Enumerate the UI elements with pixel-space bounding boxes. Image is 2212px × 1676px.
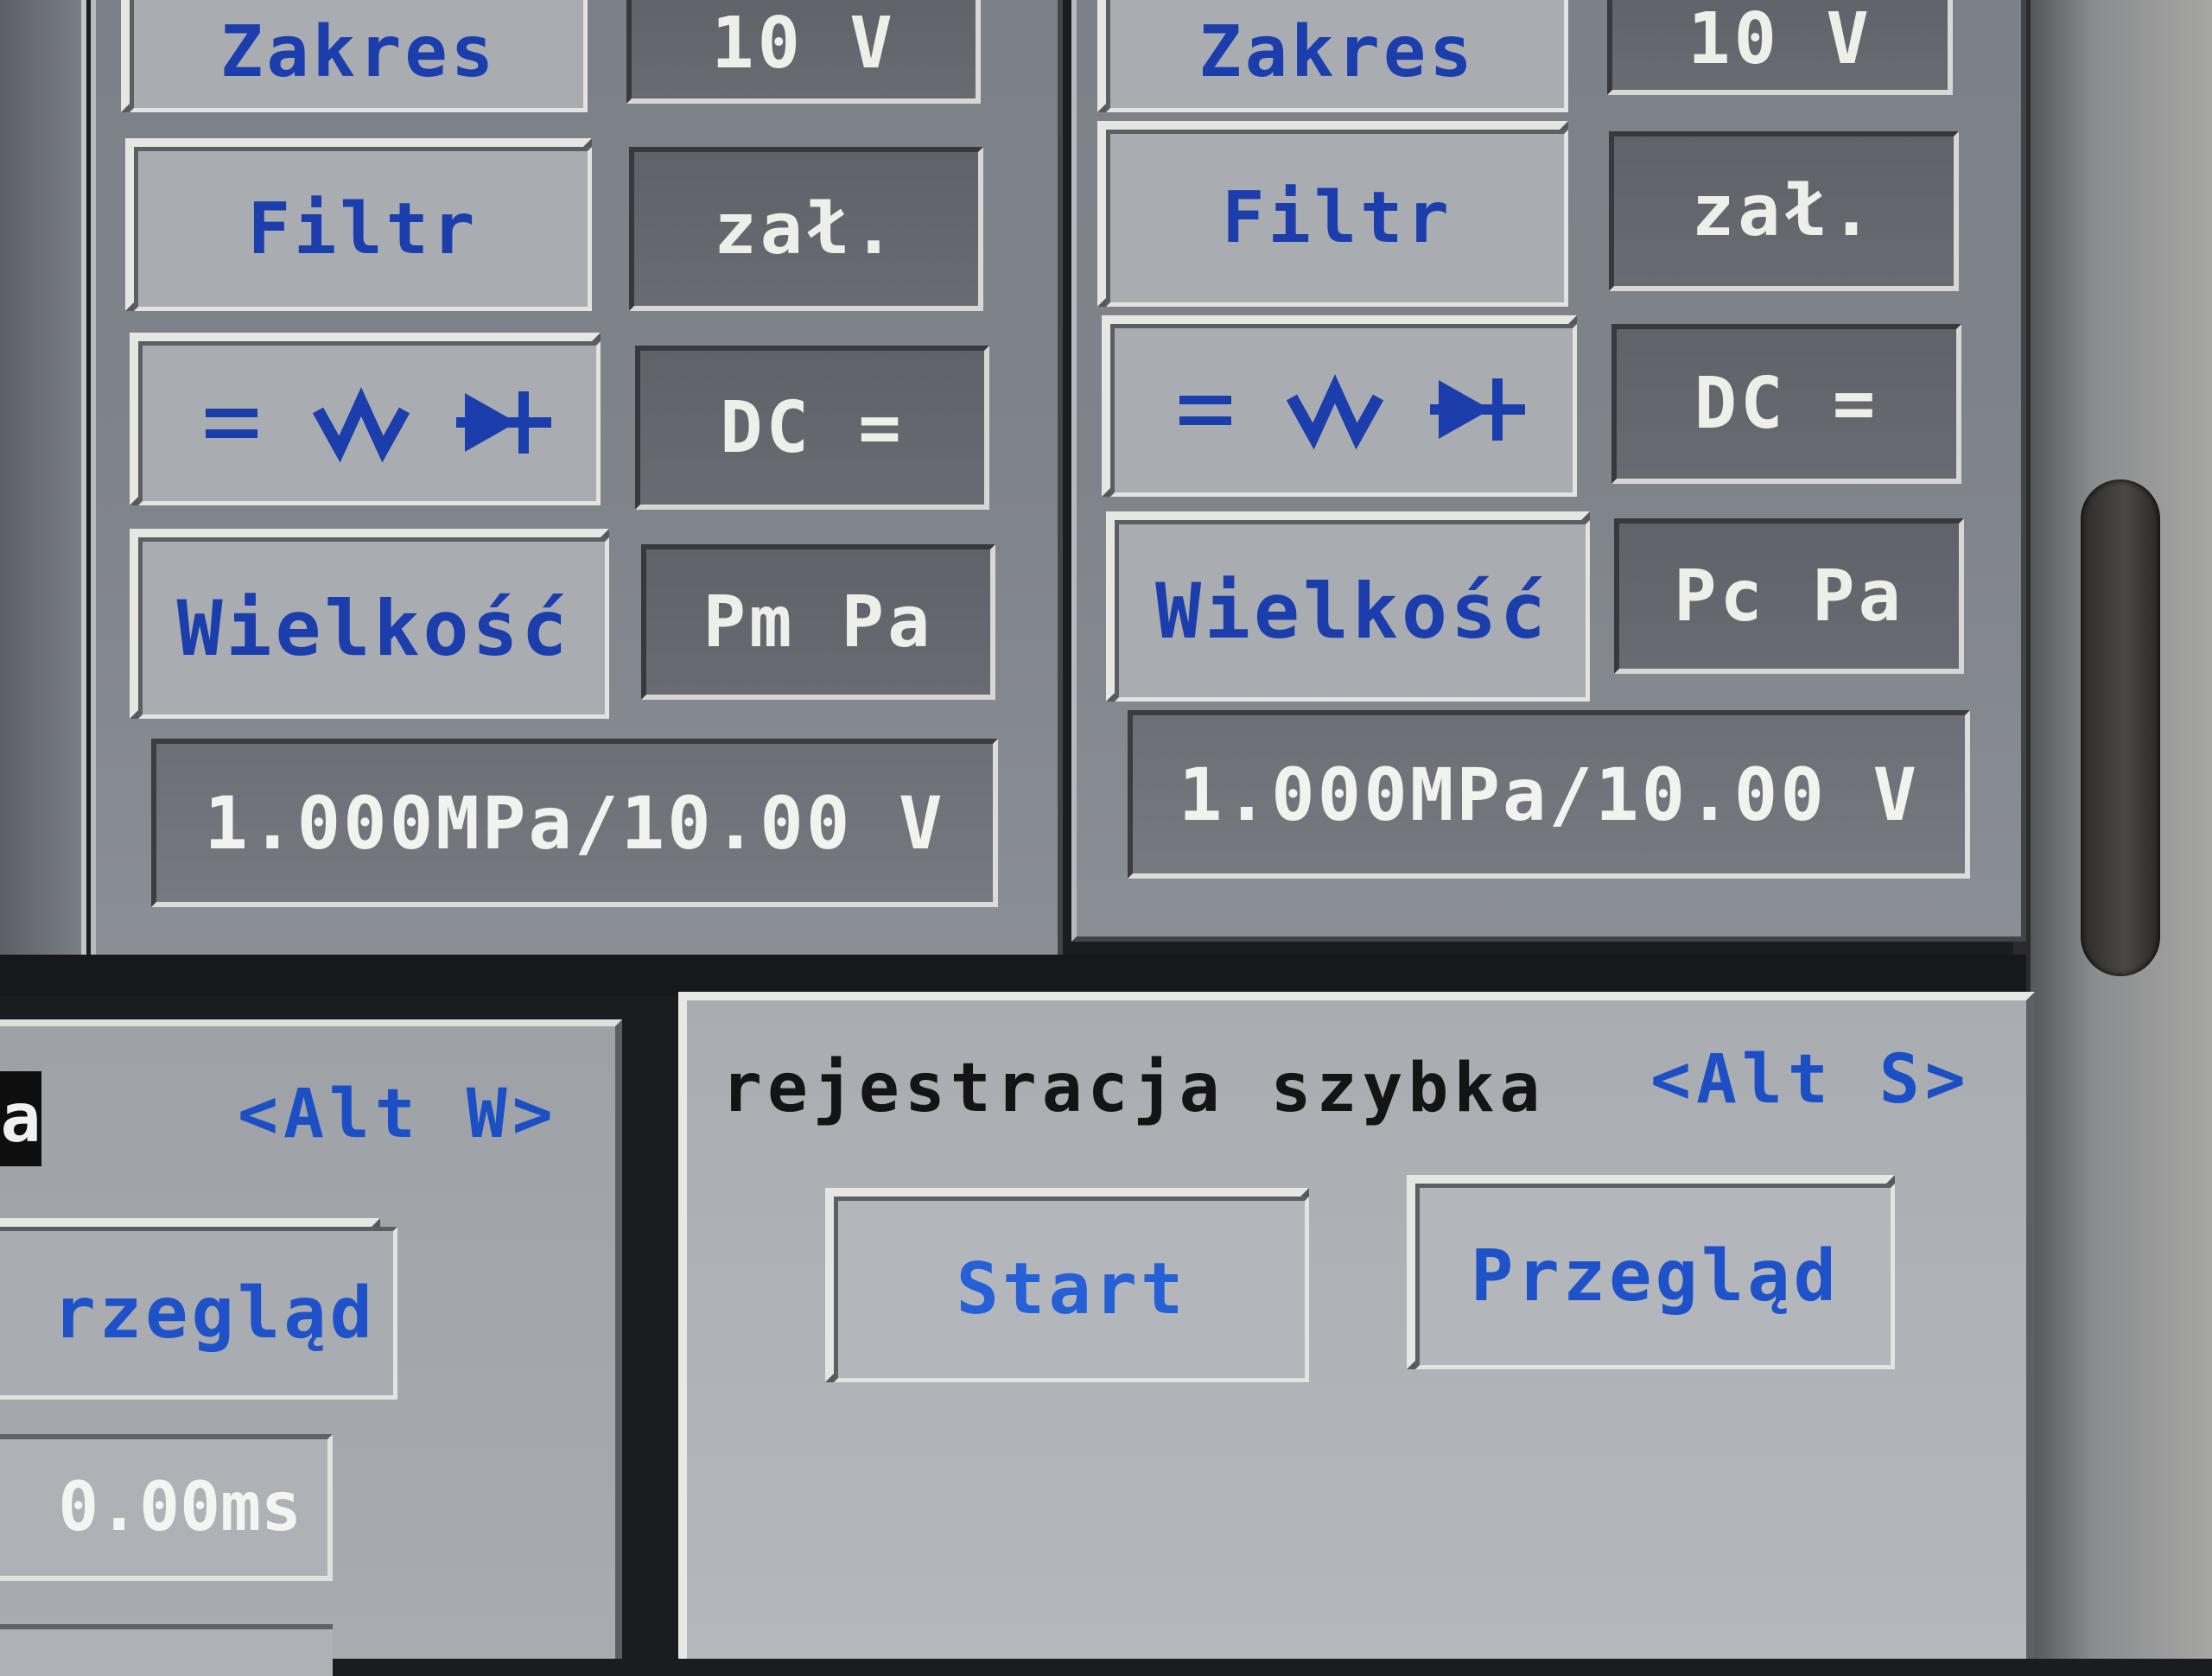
filter-label-1: Filtr [134, 147, 592, 311]
fast-recording-title: rejestracja szybka [721, 1050, 1546, 1127]
left-time-field[interactable]: 0.00ms [0, 1434, 333, 1581]
left-panel-hotkey: <Alt W> [238, 1076, 558, 1153]
range-label-1: Zakres [130, 0, 588, 112]
quantity-label-1: Wielkość [138, 537, 609, 719]
filter-button-2[interactable]: Filtr [1097, 121, 1568, 307]
coupling-value-2: DC = [1611, 324, 1961, 484]
coupling-symbols-icon [205, 387, 551, 463]
left-field-partial [0, 1624, 333, 1676]
coupling-button-2[interactable] [1102, 315, 1577, 497]
coupling-button-1[interactable] [130, 333, 601, 505]
quantity-button-1[interactable]: Wielkość [130, 529, 609, 719]
start-button-label: Start [956, 1248, 1187, 1330]
range-button-2[interactable]: Zakres [1097, 0, 1568, 112]
coupling-value-1: DC = [635, 346, 989, 510]
panel-separator [0, 955, 2026, 996]
range-value-2: 10 V [1607, 0, 1953, 95]
coupling-label-2 [1110, 324, 1577, 497]
left-review-label: rzegląd [53, 1272, 376, 1355]
quantity-label-2: Wielkość [1115, 520, 1590, 702]
coupling-label-1 [138, 341, 601, 505]
range-value-1: 10 V [626, 0, 981, 104]
left-review-button[interactable]: rzegląd [0, 1218, 397, 1400]
review-button-label: Przegląd [1471, 1235, 1840, 1317]
range-label-2: Zakres [1106, 0, 1568, 112]
device-handle [2081, 479, 2160, 976]
range-button-1[interactable]: Zakres [121, 0, 588, 112]
filter-label-2: Filtr [1106, 130, 1568, 307]
filter-value-1: zał. [629, 147, 983, 311]
scale-value-1: 1.000MPa/10.00 V [151, 739, 998, 907]
previous-channel-strip [0, 0, 86, 968]
review-button[interactable]: Przegląd [1407, 1175, 1895, 1369]
fast-recording-hotkey: <Alt S> [1650, 1041, 1971, 1119]
quantity-value-1: Pm Pa [641, 544, 995, 700]
coupling-symbols-icon [1179, 374, 1525, 450]
left-panel-title-fragment: a [0, 1071, 41, 1166]
quantity-value-2: Pc Pa [1614, 518, 1964, 674]
filter-button-1[interactable]: Filtr [125, 138, 592, 311]
scale-value-2: 1.000MPa/10.00 V [1128, 710, 1970, 879]
filter-value-2: zał. [1609, 131, 1959, 291]
quantity-button-2[interactable]: Wielkość [1106, 511, 1590, 702]
start-button[interactable]: Start [825, 1188, 1309, 1382]
